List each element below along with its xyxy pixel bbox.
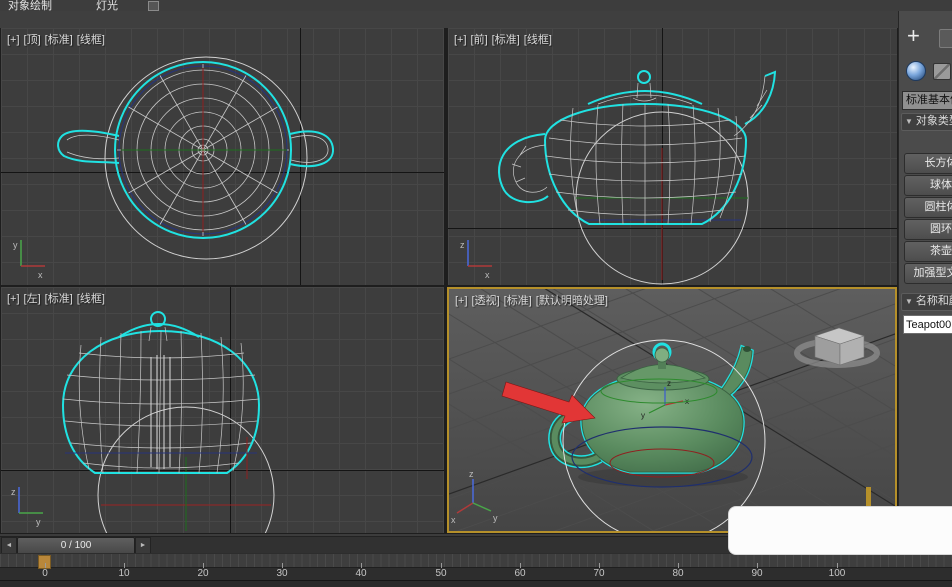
rollout-arrow-icon: ▼ — [905, 297, 913, 306]
tick-label: 20 — [197, 568, 209, 579]
vp-renderer-menu[interactable]: [标准] — [45, 34, 73, 46]
axis-label-y: y — [493, 513, 498, 523]
tick-label: 40 — [355, 568, 367, 579]
vp-general-menu[interactable]: [+] — [7, 34, 20, 46]
button-torus[interactable]: 圆环 — [904, 219, 952, 240]
button-sphere[interactable]: 球体 — [904, 175, 952, 196]
rollout-object-type[interactable]: ▼对象类型 — [901, 113, 952, 131]
tick-label: 50 — [435, 568, 447, 579]
viewport-canvas-perspective[interactable]: x y z z x y — [449, 289, 895, 531]
axis-label-y: y — [13, 240, 18, 250]
popup-remnant — [728, 506, 952, 555]
button-cylinder[interactable]: 圆柱体 — [904, 197, 952, 218]
vp-pov-menu[interactable]: [透视] — [472, 295, 500, 307]
geometry-category-icon[interactable] — [906, 61, 926, 81]
vp-shading-menu[interactable]: [线框] — [77, 293, 105, 305]
viewport-canvas-left[interactable]: z y — [1, 287, 444, 533]
shapes-category-icon[interactable] — [933, 63, 951, 80]
vp-general-menu[interactable]: [+] — [7, 293, 20, 305]
viewport-label-front: [+] [前] [标准] [线框] — [454, 31, 556, 47]
grid — [1, 287, 444, 533]
3dsmax-window: 对象绘制 灯光 y x [+] [顶] [标准] [线框] z x [+] [前… — [0, 0, 952, 587]
vp-general-menu[interactable]: [+] — [455, 295, 468, 307]
dropdown-value: 标准基本体 — [906, 94, 952, 106]
tick-label: 70 — [593, 568, 605, 579]
viewport-left[interactable]: z y [+] [左] [标准] [线框] — [1, 287, 444, 533]
vp-shading-menu[interactable]: [线框] — [77, 34, 105, 46]
tick-label: 0 — [42, 568, 48, 579]
vp-renderer-menu[interactable]: [标准] — [492, 34, 520, 46]
axis-label-x: x — [38, 270, 43, 280]
vp-pov-menu[interactable]: [顶] — [24, 34, 41, 46]
viewport-canvas-top[interactable]: y x — [1, 28, 444, 285]
primitive-category-dropdown[interactable]: 标准基本体 — [902, 91, 952, 110]
object-name-field[interactable] — [903, 315, 952, 334]
panel-extra-icon[interactable] — [939, 29, 952, 48]
rollout-arrow-icon: ▼ — [905, 117, 913, 126]
axis-label-z: z — [11, 487, 16, 497]
vp-general-menu[interactable]: [+] — [454, 34, 467, 46]
rollout-title: 名称和颜色 — [915, 295, 952, 307]
window-icon[interactable] — [148, 1, 159, 11]
vp-shading-menu[interactable]: [默认明暗处理] — [536, 295, 608, 307]
rollout-title: 对象类型 — [915, 115, 952, 127]
button-box[interactable]: 长方体 — [904, 153, 952, 174]
tick-label: 80 — [672, 568, 684, 579]
vp-pov-menu[interactable]: [前] — [471, 34, 488, 46]
track-bar-band[interactable] — [0, 554, 952, 568]
axis-label-x: x — [451, 515, 456, 525]
tick-label: 10 — [118, 568, 130, 579]
axis-label-z: z — [469, 469, 474, 479]
vp-shading-menu[interactable]: [线框] — [524, 34, 552, 46]
axis-label-z: z — [460, 240, 465, 250]
rollout-name-color[interactable]: ▼名称和颜色 — [901, 293, 952, 311]
vp-renderer-menu[interactable]: [标准] — [504, 295, 532, 307]
viewport-label-perspective: [+] [透视] [标准] [默认明暗处理] — [455, 292, 612, 308]
axis-label-y: y — [36, 517, 41, 527]
tick-label: 30 — [276, 568, 288, 579]
viewport-canvas-front[interactable]: z x — [448, 28, 897, 285]
viewport-perspective[interactable]: x y z z x y [+] [透视] [标准] [默认明暗处理] — [447, 287, 897, 533]
tick-label: 90 — [751, 568, 763, 579]
create-tab-icon[interactable]: + — [907, 25, 920, 47]
axis-label-x: x — [485, 270, 490, 280]
track-bar[interactable]: 0 10 20 30 40 50 60 70 80 90 100 — [0, 553, 952, 580]
tick-label: 100 — [828, 568, 846, 579]
vp-renderer-menu[interactable]: [标准] — [45, 293, 73, 305]
gizmo-label-z: z — [667, 379, 671, 388]
viewport-front[interactable]: z x [+] [前] [标准] [线框] — [448, 28, 897, 285]
grid — [448, 28, 897, 285]
viewport-label-top: [+] [顶] [标准] [线框] — [7, 31, 109, 47]
viewport-area: y x [+] [顶] [标准] [线框] z x [+] [前] [标准] [… — [0, 11, 898, 533]
button-teapot[interactable]: 茶壶 — [904, 241, 952, 262]
status-bar — [0, 580, 952, 587]
viewport-top[interactable]: y x [+] [顶] [标准] [线框] — [1, 28, 444, 285]
command-panel: + 标准基本体 ▼对象类型 长方体 球体 圆柱体 圆环 茶壶 加强型文本 ▼名称… — [898, 11, 952, 533]
button-text-plus[interactable]: 加强型文本 — [904, 263, 952, 284]
tick-label: 60 — [514, 568, 526, 579]
toolbar-strip — [0, 11, 898, 28]
vp-pov-menu[interactable]: [左] — [24, 293, 41, 305]
gizmo-label-y: y — [641, 411, 645, 420]
viewport-label-left: [+] [左] [标准] [线框] — [7, 290, 109, 306]
